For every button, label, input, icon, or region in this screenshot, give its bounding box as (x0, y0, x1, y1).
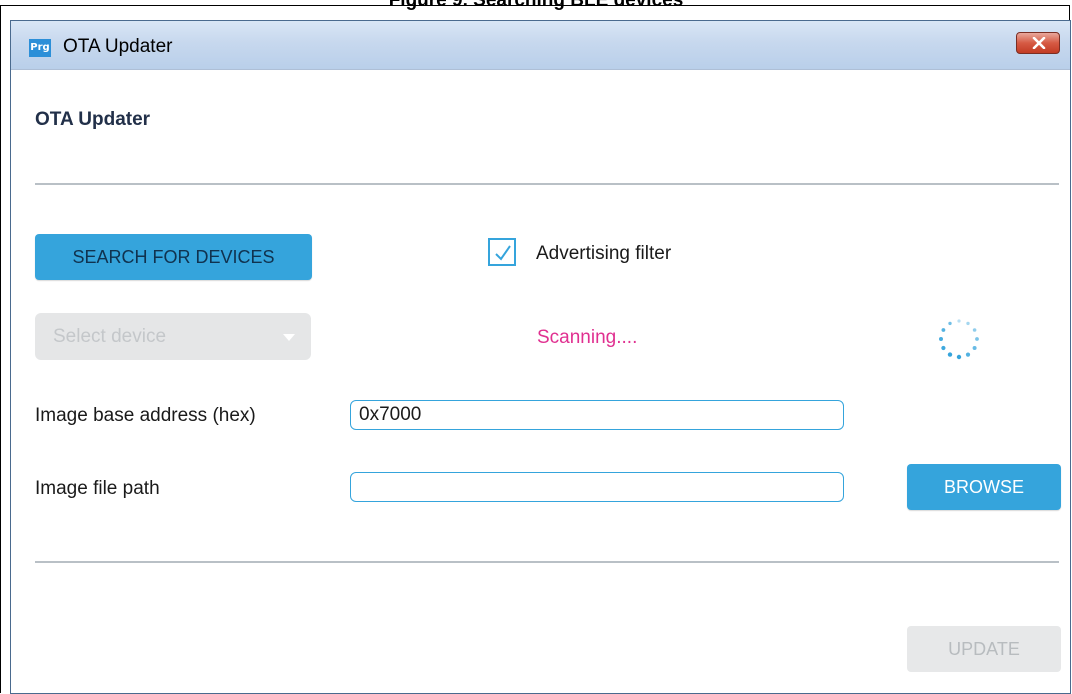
base-address-label: Image base address (hex) (35, 405, 256, 426)
close-icon (1032, 37, 1046, 49)
checkmark-icon (495, 245, 511, 261)
file-path-input[interactable] (350, 472, 844, 502)
advertising-filter-label: Advertising filter (536, 243, 672, 264)
advertising-filter-checkbox[interactable] (488, 238, 516, 266)
top-divider (35, 183, 1059, 185)
browse-button[interactable]: BROWSE (907, 464, 1061, 510)
chevron-down-icon (283, 334, 295, 341)
device-select-placeholder: Select device (53, 326, 167, 347)
title-bar[interactable]: Prg OTA Updater (11, 21, 1070, 70)
base-address-input[interactable] (350, 400, 844, 430)
update-button: UPDATE (907, 626, 1061, 672)
scan-status-text: Scanning.... (537, 327, 638, 348)
app-icon: Prg (29, 39, 51, 57)
file-path-label: Image file path (35, 478, 160, 499)
ota-updater-window: Prg OTA Updater OTA Updater SEARCH FOR D… (10, 20, 1071, 694)
search-for-devices-button[interactable]: SEARCH FOR DEVICES (35, 234, 312, 280)
bottom-divider (35, 561, 1059, 563)
device-select[interactable]: Select device (35, 313, 311, 360)
window-title: OTA Updater (63, 36, 173, 57)
close-button[interactable] (1016, 32, 1060, 54)
page-title: OTA Updater (35, 109, 151, 130)
loading-spinner-icon (939, 319, 979, 360)
